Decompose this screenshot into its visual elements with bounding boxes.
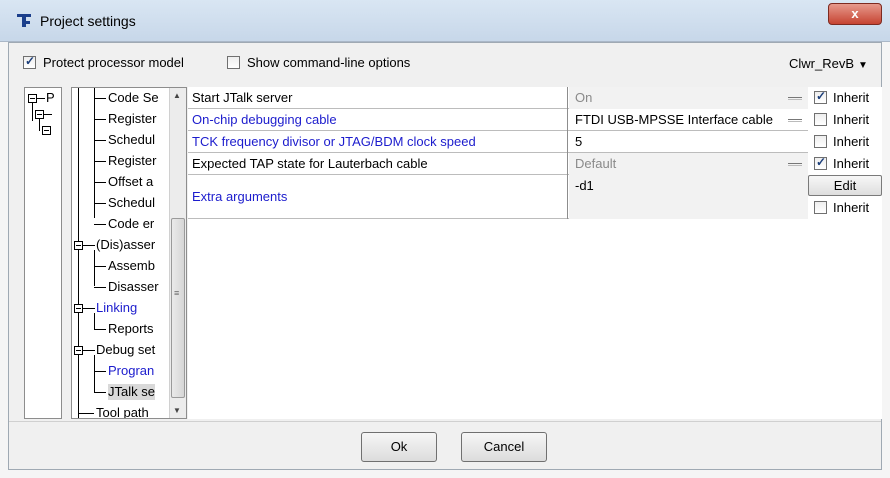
- property-row: Extra arguments -d1: [188, 175, 808, 219]
- inherit-toggle[interactable]: Inherit: [810, 109, 880, 131]
- tree-item-reports[interactable]: Reports: [108, 321, 154, 337]
- tree-item-tool-paths[interactable]: Tool path: [96, 405, 149, 418]
- protect-processor-label: Protect processor model: [43, 55, 184, 70]
- dialog-body: Protect processor model Show command-lin…: [8, 42, 882, 470]
- options-bar: Protect processor model Show command-lin…: [9, 43, 881, 81]
- window-title: Project settings: [40, 13, 136, 29]
- tree-item-scheduling-1[interactable]: Schedul: [108, 132, 155, 148]
- grip-icon: ≡: [174, 288, 180, 298]
- debugging-cable-dropdown[interactable]: FTDI USB-MPSSE Interface cable: [569, 109, 808, 131]
- property-grid: Start JTalk server On Inherit On-chip de…: [188, 87, 882, 419]
- expander-icon[interactable]: [74, 304, 83, 313]
- tree-item-root[interactable]: P: [46, 90, 55, 106]
- dropdown-icon: [788, 119, 802, 122]
- inherit-label: Inherit: [833, 134, 870, 149]
- property-row: On-chip debugging cable FTDI USB-MPSSE I…: [188, 109, 808, 131]
- extra-arguments-textarea[interactable]: -d1: [569, 175, 808, 219]
- tree-item-code-selection[interactable]: Code Se: [108, 90, 159, 106]
- expander-icon[interactable]: [74, 346, 83, 355]
- inherit-label: Inherit: [833, 200, 870, 215]
- tree-item-disassembler[interactable]: Disasser: [108, 279, 159, 295]
- tree-item-scheduling-2[interactable]: Schedul: [108, 195, 155, 211]
- expander-icon[interactable]: [35, 110, 44, 119]
- settings-category-tree[interactable]: Code Se Register Schedul Register Offset…: [71, 87, 187, 419]
- property-name: On-chip debugging cable: [188, 109, 568, 131]
- dropdown-icon: [788, 163, 802, 166]
- property-value: FTDI USB-MPSSE Interface cable: [575, 112, 773, 127]
- app-logo-icon: [17, 14, 31, 27]
- tree-item-offset[interactable]: Offset a: [108, 174, 153, 190]
- inherit-toggle[interactable]: Inherit: [810, 87, 880, 109]
- title-bar: Project settings x: [0, 0, 890, 42]
- tree-item-debug-settings[interactable]: Debug set: [96, 342, 155, 358]
- tree-item-assembler[interactable]: Assemb: [108, 258, 155, 274]
- project-tree[interactable]: P: [24, 87, 62, 419]
- cancel-button[interactable]: Cancel: [461, 432, 547, 462]
- inherit-checkbox[interactable]: [814, 135, 827, 148]
- tree-scrollbar[interactable]: ▲ ≡ ▼: [169, 88, 186, 418]
- inherit-toggle[interactable]: Inherit: [810, 153, 880, 175]
- inherit-label: Inherit: [833, 90, 870, 105]
- protect-processor-checkbox[interactable]: [23, 54, 36, 69]
- property-value: 5: [575, 134, 583, 149]
- inherit-toggle[interactable]: Inherit: [810, 197, 880, 219]
- processor-model-dropdown[interactable]: Clwr_RevB ▼: [789, 56, 868, 71]
- tree-item-code-emission[interactable]: Code er: [108, 216, 154, 232]
- expander-icon[interactable]: [74, 241, 83, 250]
- ok-button[interactable]: Ok: [361, 432, 437, 462]
- property-row: Start JTalk server On: [188, 87, 808, 109]
- show-cmdline-label: Show command-line options: [247, 55, 411, 70]
- property-name: Expected TAP state for Lauterbach cable: [188, 153, 568, 175]
- tree-item-register-1[interactable]: Register: [108, 111, 156, 127]
- show-cmdline-checkbox[interactable]: [227, 56, 240, 69]
- property-value: -d1: [575, 178, 594, 193]
- tree-item-register-2[interactable]: Register: [108, 153, 156, 169]
- close-button[interactable]: x: [828, 3, 882, 25]
- tree-item-programming[interactable]: Progran: [108, 363, 154, 379]
- expander-icon[interactable]: [42, 126, 51, 135]
- inherit-checkbox[interactable]: [814, 155, 827, 170]
- chevron-down-icon: ▼: [858, 60, 868, 71]
- property-row: TCK frequency divisor or JTAG/BDM clock …: [188, 131, 808, 153]
- dialog-footer: Ok Cancel: [9, 421, 881, 469]
- inherit-checkbox[interactable]: [814, 113, 827, 126]
- property-value: Default: [575, 156, 617, 171]
- scroll-up-icon[interactable]: ▲: [173, 91, 181, 100]
- property-name: TCK frequency divisor or JTAG/BDM clock …: [188, 131, 568, 153]
- scroll-down-icon[interactable]: ▼: [173, 406, 181, 415]
- tck-frequency-input[interactable]: 5: [569, 131, 808, 153]
- scrollbar-thumb[interactable]: [171, 218, 185, 398]
- property-name: Extra arguments: [188, 175, 568, 219]
- project-settings-window: Project settings x Protect processor mod…: [0, 0, 890, 478]
- edit-button[interactable]: Edit: [808, 175, 882, 196]
- inherit-checkbox[interactable]: [814, 201, 827, 214]
- tree-item-linking[interactable]: Linking: [96, 300, 137, 316]
- property-name: Start JTalk server: [188, 87, 568, 109]
- processor-model-value: Clwr_RevB: [789, 56, 855, 71]
- tree-item-jtalk-settings[interactable]: JTalk se: [108, 384, 155, 400]
- tree-item-disassembly[interactable]: (Dis)asser: [96, 237, 155, 253]
- inherit-label: Inherit: [833, 112, 870, 127]
- property-row: Expected TAP state for Lauterbach cable …: [188, 153, 808, 175]
- inherit-label: Inherit: [833, 156, 870, 171]
- tap-state-dropdown[interactable]: Default: [569, 153, 808, 175]
- property-value: On: [575, 90, 593, 105]
- expander-icon[interactable]: [28, 94, 37, 103]
- inherit-checkbox[interactable]: [814, 89, 827, 104]
- inherit-toggle[interactable]: Inherit: [810, 131, 880, 153]
- start-jtalk-server-dropdown[interactable]: On: [569, 87, 808, 109]
- dropdown-icon: [788, 97, 802, 100]
